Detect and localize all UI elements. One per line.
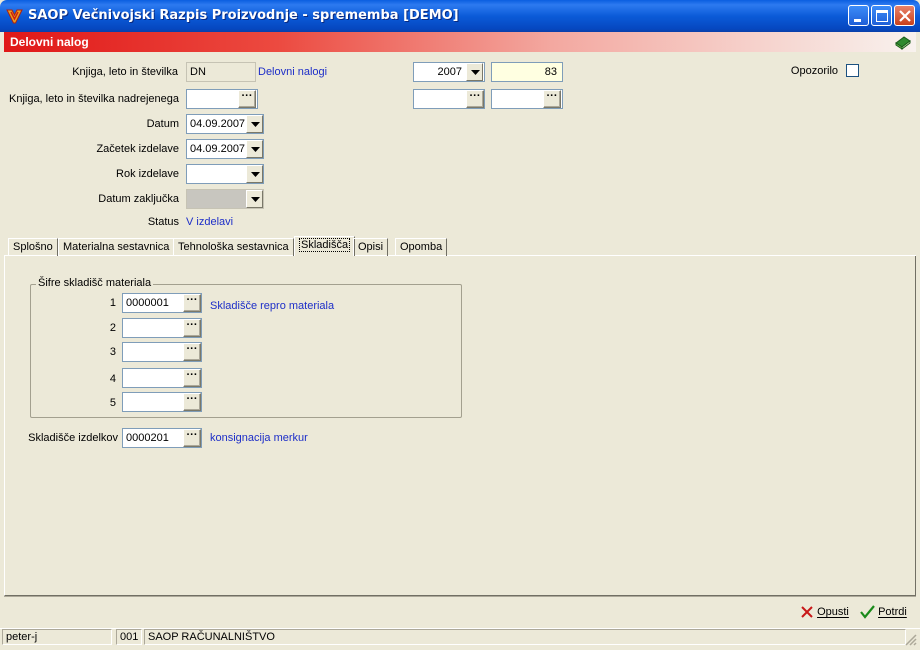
close-icon	[899, 10, 911, 22]
skladisce-lookup-3[interactable]: ···	[183, 343, 201, 361]
maximize-button[interactable]	[871, 5, 892, 26]
cancel-label: Opusti	[817, 605, 849, 618]
app-icon	[6, 9, 23, 24]
tab-skladisca[interactable]: Skladišča	[294, 236, 356, 256]
tab-splosno[interactable]: Splošno	[8, 238, 58, 256]
window-title: SAOP Večnivojski Razpis Proizvodnje - sp…	[28, 8, 459, 23]
tab-label: Skladišča	[299, 238, 351, 252]
nadrejenega-label: Knjiga, leto in številka nadrejenega	[8, 93, 179, 105]
ellipsis-icon: ···	[186, 369, 198, 381]
tab-label: Opomba	[400, 241, 443, 253]
leto-dropdown-button[interactable]	[466, 63, 483, 81]
form-title: Delovni nalog	[10, 35, 89, 49]
ellipsis-icon: ···	[186, 429, 198, 441]
skladisce-izdelkov-lookup[interactable]: ···	[183, 429, 201, 447]
tab-opomba[interactable]: Opomba	[395, 238, 448, 256]
ellipsis-icon: ···	[186, 319, 198, 331]
confirm-button[interactable]: Potrdi	[860, 605, 907, 623]
checkmark-icon	[860, 605, 875, 619]
skladisce-lookup-2[interactable]: ···	[183, 319, 201, 337]
skladisce-lookup-4[interactable]: ···	[183, 369, 201, 387]
nadrejenega-knjiga-lookup[interactable]: ···	[238, 90, 256, 108]
dropdown-arrow-icon	[471, 70, 480, 75]
stevilka-field[interactable]: 83	[491, 62, 563, 82]
row-number: 5	[109, 397, 116, 409]
ellipsis-icon: ···	[241, 90, 253, 102]
skladisce-lookup-1[interactable]: ···	[183, 294, 201, 312]
row-number: 3	[109, 346, 116, 358]
tab-label: Materialna sestavnica	[63, 241, 170, 253]
minimize-icon	[854, 19, 861, 22]
dropdown-arrow-icon	[251, 197, 260, 202]
statusbar-company-name: SAOP RAČUNALNIŠTVO	[144, 629, 906, 645]
knjiga-name: Delovni nalogi	[258, 66, 328, 78]
zacetek-dropdown-button[interactable]	[246, 140, 263, 158]
tab-label: Tehnološka sestavnica	[178, 241, 289, 253]
ellipsis-icon: ···	[546, 90, 558, 102]
knjiga-label: Knjiga, leto in številka	[72, 66, 178, 78]
ellipsis-icon: ···	[186, 393, 198, 405]
rok-label: Rok izdelave	[116, 168, 179, 180]
zakljucek-dropdown-button	[246, 190, 263, 208]
cancel-button[interactable]: Opusti	[800, 605, 849, 623]
tab-materialna-sestavnica[interactable]: Materialna sestavnica	[58, 238, 175, 256]
minimize-button[interactable]	[848, 5, 869, 26]
tab-label: Opisi	[358, 241, 384, 253]
groupbox-title: Šifre skladišč materiala	[36, 277, 154, 289]
ellipsis-icon: ···	[186, 294, 198, 306]
tab-label: Splošno	[13, 241, 53, 253]
dropdown-arrow-icon	[251, 172, 260, 177]
x-icon	[801, 606, 813, 618]
datum-label: Datum	[146, 118, 179, 130]
zakljucek-label: Datum zaključka	[98, 193, 179, 205]
resize-grip-icon[interactable]	[905, 634, 917, 646]
row-number: 4	[109, 373, 116, 385]
zacetek-label: Začetek izdelave	[96, 143, 179, 155]
row-number: 1	[109, 297, 116, 309]
nadrejenega-stevilka-lookup[interactable]: ···	[543, 90, 561, 108]
ellipsis-icon: ···	[469, 90, 481, 102]
statusbar-company-code: 001	[116, 629, 142, 645]
status-label: Status	[147, 216, 179, 228]
confirm-label: Potrdi	[878, 605, 907, 618]
tab-opisi[interactable]: Opisi	[353, 238, 389, 256]
knjiga-code-field: DN	[186, 62, 256, 82]
dropdown-arrow-icon	[251, 122, 260, 127]
skladisce-izdelkov-label: Skladišče izdelkov	[28, 432, 118, 444]
opozorilo-label: Opozorilo	[790, 65, 838, 77]
nadrejenega-leto-lookup[interactable]: ···	[466, 90, 484, 108]
opozorilo-checkbox[interactable]	[846, 64, 859, 77]
book-icon[interactable]	[894, 33, 912, 51]
row-number: 2	[109, 322, 116, 334]
skladisce-izdelkov-name: konsignacija merkur	[210, 432, 308, 444]
rok-dropdown-button[interactable]	[246, 165, 263, 183]
bottom-separator	[4, 596, 916, 597]
dropdown-arrow-icon	[251, 147, 260, 152]
close-button[interactable]	[894, 5, 915, 26]
skladisce-lookup-5[interactable]: ···	[183, 393, 201, 411]
form-header	[4, 32, 916, 52]
ellipsis-icon: ···	[186, 343, 198, 355]
status-value: V izdelavi	[186, 216, 234, 228]
statusbar-user: peter-j	[2, 629, 112, 645]
tab-tehnoloska-sestavnica[interactable]: Tehnološka sestavnica	[173, 238, 294, 256]
maximize-icon	[876, 10, 888, 22]
datum-dropdown-button[interactable]	[246, 115, 263, 133]
skladisce-name-1: Skladišče repro materiala	[210, 300, 335, 312]
